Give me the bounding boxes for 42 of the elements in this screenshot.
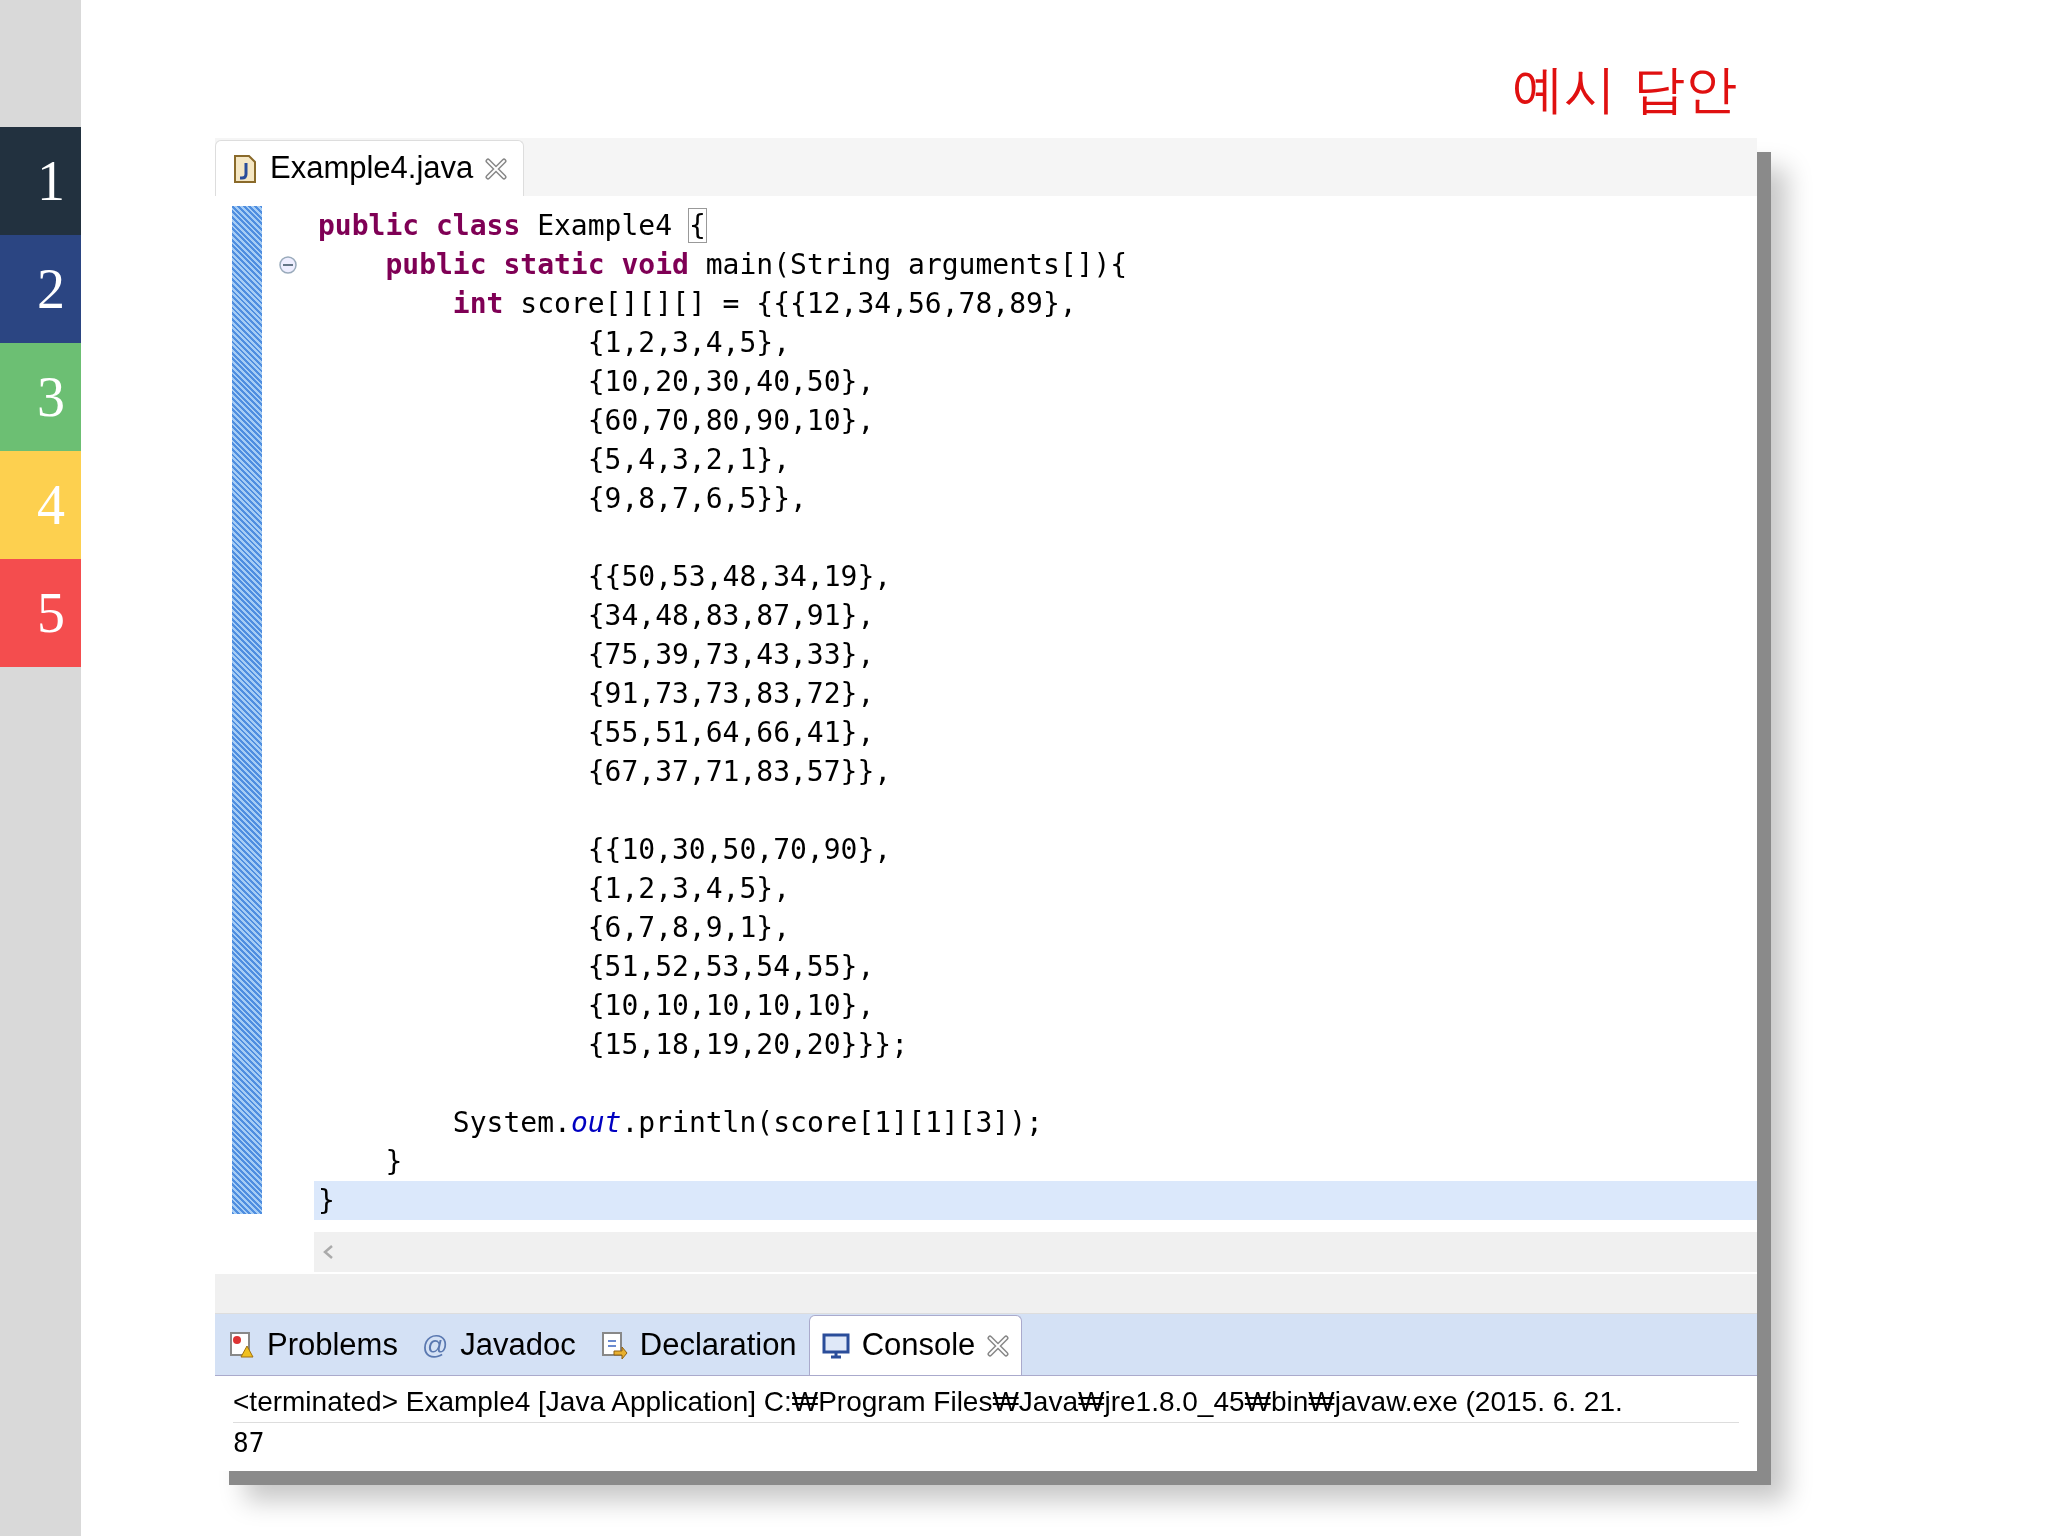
console-header: <terminated> Example4 [Java Application] C:₩Program Files₩Java₩jre1.8.0_45₩bin₩javaw.exe (2015. 6. 21. <box>233 1382 1739 1423</box>
slide-nav-tab[interactable]: 2 <box>0 235 81 343</box>
warning-list-icon <box>227 1331 255 1359</box>
code-line: {67,37,71,83,57}}, <box>586 754 892 790</box>
code-line: {{10,30,50,70,90}, <box>586 832 892 868</box>
editor-tab[interactable]: Example4.java <box>215 140 525 196</box>
panel-tab[interactable]: Problems <box>215 1315 410 1375</box>
code-line: {9,8,7,6,5}}, <box>586 481 807 517</box>
horizontal-scrollbar[interactable] <box>314 1232 1757 1272</box>
panel-tab[interactable]: Console <box>808 1315 1023 1375</box>
code-line: {55,51,64,66,41}, <box>586 715 875 751</box>
at-sign-icon: @ <box>421 1325 449 1365</box>
close-icon[interactable] <box>485 157 508 180</box>
code-line: {15,18,19,20,20}}}; <box>586 1027 908 1063</box>
code-line: {91,73,73,83,72}, <box>586 676 875 712</box>
code-line: {5,4,3,2,1}, <box>586 442 790 478</box>
code-line: } <box>318 1183 335 1219</box>
code-line: {{50,53,48,34,19}, <box>586 559 892 595</box>
code-line: {34,48,83,87,91}, <box>586 598 875 634</box>
panel-tab[interactable]: @ Javadoc <box>409 1315 588 1375</box>
code-line: {75,39,73,43,33}, <box>586 637 875 673</box>
collapse-icon[interactable] <box>278 254 298 275</box>
code-line: System.out.println(score[1][1][3]); <box>451 1105 1043 1141</box>
close-icon[interactable] <box>987 1334 1010 1357</box>
code-line: {10,20,30,40,50}, <box>586 364 875 400</box>
code-line: {6,7,8,9,1}, <box>586 910 790 946</box>
code-line: {10,10,10,10,10}, <box>586 988 875 1024</box>
code-line: {60,70,80,90,10}, <box>586 403 875 439</box>
code-line: {51,52,53,54,55}, <box>586 949 875 985</box>
code-line: int score[][][] = {{{12,34,56,78,89}, <box>451 286 1077 322</box>
document-arrow-icon <box>599 1331 628 1359</box>
code-line: public class Example4 { <box>318 208 706 244</box>
monitor-icon <box>821 1332 850 1359</box>
slide-nav-tab[interactable]: 1 <box>0 127 81 235</box>
code-line: {1,2,3,4,5}, <box>586 871 790 907</box>
panel-tab[interactable]: Declaration <box>587 1315 809 1375</box>
slide-title: 예시 답안 <box>1512 58 1737 121</box>
console-output: 87 <box>233 1427 266 1460</box>
code-line: } <box>384 1144 403 1180</box>
code-line: public static void main(String arguments[]){ <box>384 247 1128 283</box>
java-file-icon <box>232 153 258 184</box>
code-line: {1,2,3,4,5}, <box>586 325 790 361</box>
